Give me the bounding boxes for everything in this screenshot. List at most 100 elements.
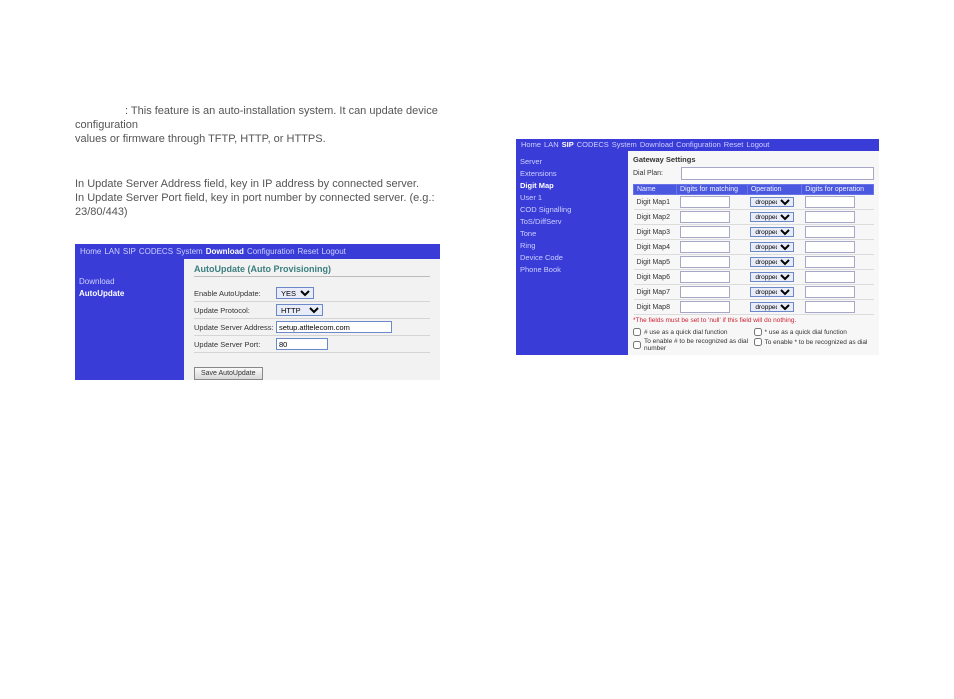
nav-item-download[interactable]: Download — [206, 247, 244, 256]
nav-item-sip[interactable]: SIP — [562, 140, 574, 149]
nav-item-configuration[interactable]: Configuration — [676, 140, 721, 149]
nav-item-system[interactable]: System — [176, 247, 203, 256]
table-row: Digit Map5 droppedadded — [634, 255, 874, 270]
dm-op-select[interactable]: droppedadded — [750, 242, 794, 252]
dm-op-select[interactable]: droppedadded — [750, 227, 794, 237]
dm-match-input[interactable] — [680, 226, 730, 238]
dm-opdigits-input[interactable] — [805, 256, 855, 268]
nav-item-configuration[interactable]: Configuration — [247, 247, 295, 256]
dm-match-input[interactable] — [680, 271, 730, 283]
nav-item-lan[interactable]: LAN — [544, 140, 559, 149]
intro-p1b: values or firmware through TFTP, HTTP, o… — [75, 133, 326, 145]
left-sidebar: Download AutoUpdate — [75, 259, 184, 380]
sidebar-item-user-1[interactable]: User 1 — [520, 193, 625, 202]
table-row: Digit Map7 droppedadded — [634, 285, 874, 300]
sidebar-item-phone-book[interactable]: Phone Book — [520, 265, 625, 274]
dm-name: Digit Map5 — [634, 255, 677, 270]
nav-item-lan[interactable]: LAN — [104, 247, 120, 256]
nav-item-home[interactable]: Home — [80, 247, 101, 256]
table-row: Digit Map4 droppedadded — [634, 240, 874, 255]
right-navbar: HomeLANSIPCODECSSystemDownloadConfigurat… — [516, 139, 879, 151]
digitmap-table: Name Digits for matching Operation Digit… — [633, 184, 874, 315]
dm-match-input[interactable] — [680, 286, 730, 298]
dialplan-input[interactable] — [681, 167, 874, 180]
sidebar-item-ring[interactable]: Ring — [520, 241, 625, 250]
sidebar-item-extensions[interactable]: Extensions — [520, 169, 625, 178]
th-opdigits: Digits for operation — [802, 185, 874, 195]
sidebar-item-device-code[interactable]: Device Code — [520, 253, 625, 262]
sidebar-item-cod-signalling[interactable]: COD Signalling — [520, 205, 625, 214]
dm-opdigits-input[interactable] — [805, 286, 855, 298]
nav-item-sip[interactable]: SIP — [123, 247, 136, 256]
dm-opdigits-input[interactable] — [805, 271, 855, 283]
enable-label: Enable AutoUpdate: — [194, 289, 276, 298]
autoupdate-panel: HomeLANSIPCODECSSystemDownloadConfigurat… — [75, 244, 440, 380]
left-content: AutoUpdate (Auto Provisioning) Enable Au… — [184, 259, 440, 380]
th-op: Operation — [747, 185, 801, 195]
protocol-select[interactable]: HTTPHTTPSTFTP — [276, 304, 323, 316]
dm-match-input[interactable] — [680, 241, 730, 253]
port-input[interactable] — [276, 338, 328, 350]
sidebar-item-digit-map[interactable]: Digit Map — [520, 181, 625, 190]
dm-opdigits-input[interactable] — [805, 226, 855, 238]
sidebar-item-download[interactable]: Download — [79, 277, 179, 286]
sidebar-item-tone[interactable]: Tone — [520, 229, 625, 238]
check-2[interactable]: * use as a quick dial function — [754, 328, 875, 336]
dm-match-input[interactable] — [680, 211, 730, 223]
enable-select[interactable]: YESNO — [276, 287, 314, 299]
dm-name: Digit Map3 — [634, 225, 677, 240]
nav-item-download[interactable]: Download — [640, 140, 673, 149]
sidebar-item-autoupdate[interactable]: AutoUpdate — [79, 289, 179, 298]
save-autoupdate-button[interactable]: Save AutoUpdate — [194, 367, 263, 380]
right-content: Gateway Settings Dial Plan: Name Digits … — [628, 151, 879, 355]
dm-op-select[interactable]: droppedadded — [750, 272, 794, 282]
dm-opdigits-input[interactable] — [805, 241, 855, 253]
protocol-label: Update Protocol: — [194, 306, 276, 315]
nav-item-codecs[interactable]: CODECS — [139, 247, 173, 256]
th-name: Name — [634, 185, 677, 195]
nav-item-reset[interactable]: Reset — [298, 247, 319, 256]
dm-name: Digit Map4 — [634, 240, 677, 255]
th-match: Digits for matching — [677, 185, 748, 195]
dm-name: Digit Map2 — [634, 210, 677, 225]
intro-p2: In Update Server Address field, key in I… — [75, 178, 445, 192]
dm-op-select[interactable]: droppedadded — [750, 212, 794, 222]
check-3[interactable]: To enable # to be recognized as dial num… — [633, 338, 754, 352]
sidebar-item-server[interactable]: Server — [520, 157, 625, 166]
addr-label: Update Server Address: — [194, 323, 276, 332]
dm-op-select[interactable]: droppedadded — [750, 287, 794, 297]
dm-op-select[interactable]: droppedadded — [750, 257, 794, 267]
table-row: Digit Map1droppedadded — [634, 195, 874, 210]
nav-item-home[interactable]: Home — [521, 140, 541, 149]
nav-item-reset[interactable]: Reset — [724, 140, 744, 149]
dm-op-select[interactable]: droppedadded — [750, 197, 794, 207]
digitmap-panel: HomeLANSIPCODECSSystemDownloadConfigurat… — [516, 139, 879, 355]
check-4[interactable]: To enable * to be recognized as dial — [754, 338, 875, 346]
port-label: Update Server Port: — [194, 340, 276, 349]
nav-item-logout[interactable]: Logout — [321, 247, 345, 256]
dm-match-input[interactable] — [680, 256, 730, 268]
nav-item-logout[interactable]: Logout — [746, 140, 769, 149]
nav-item-codecs[interactable]: CODECS — [577, 140, 609, 149]
table-row: Digit Map3 droppedadded — [634, 225, 874, 240]
digitmap-note: *The fields must be set to 'null' if thi… — [633, 317, 874, 324]
dm-match-input[interactable] — [680, 196, 730, 208]
dm-op-select[interactable]: droppedadded — [750, 302, 794, 312]
sidebar-item-tos-diffserv[interactable]: ToS/DiffServ — [520, 217, 625, 226]
addr-input[interactable] — [276, 321, 392, 333]
dm-name: Digit Map7 — [634, 285, 677, 300]
table-row: Digit Map6 droppedadded — [634, 270, 874, 285]
dialplan-label: Dial Plan: — [633, 170, 681, 177]
table-row: Digit Map2 droppedadded — [634, 210, 874, 225]
dm-opdigits-input[interactable] — [805, 196, 855, 208]
right-sidebar: Server Extensions Digit Map User 1 COD Signa… — [516, 151, 628, 355]
check-1[interactable]: # use as a quick dial function — [633, 328, 754, 336]
dm-name: Digit Map8 — [634, 300, 677, 315]
dm-opdigits-input[interactable] — [805, 211, 855, 223]
dm-opdigits-input[interactable] — [805, 301, 855, 313]
dm-match-input[interactable] — [680, 301, 730, 313]
intro-text: : This feature is an auto-installation s… — [75, 105, 445, 219]
dm-name: Digit Map6 — [634, 270, 677, 285]
intro-p3: In Update Server Port field, key in port… — [75, 192, 445, 220]
nav-item-system[interactable]: System — [612, 140, 637, 149]
